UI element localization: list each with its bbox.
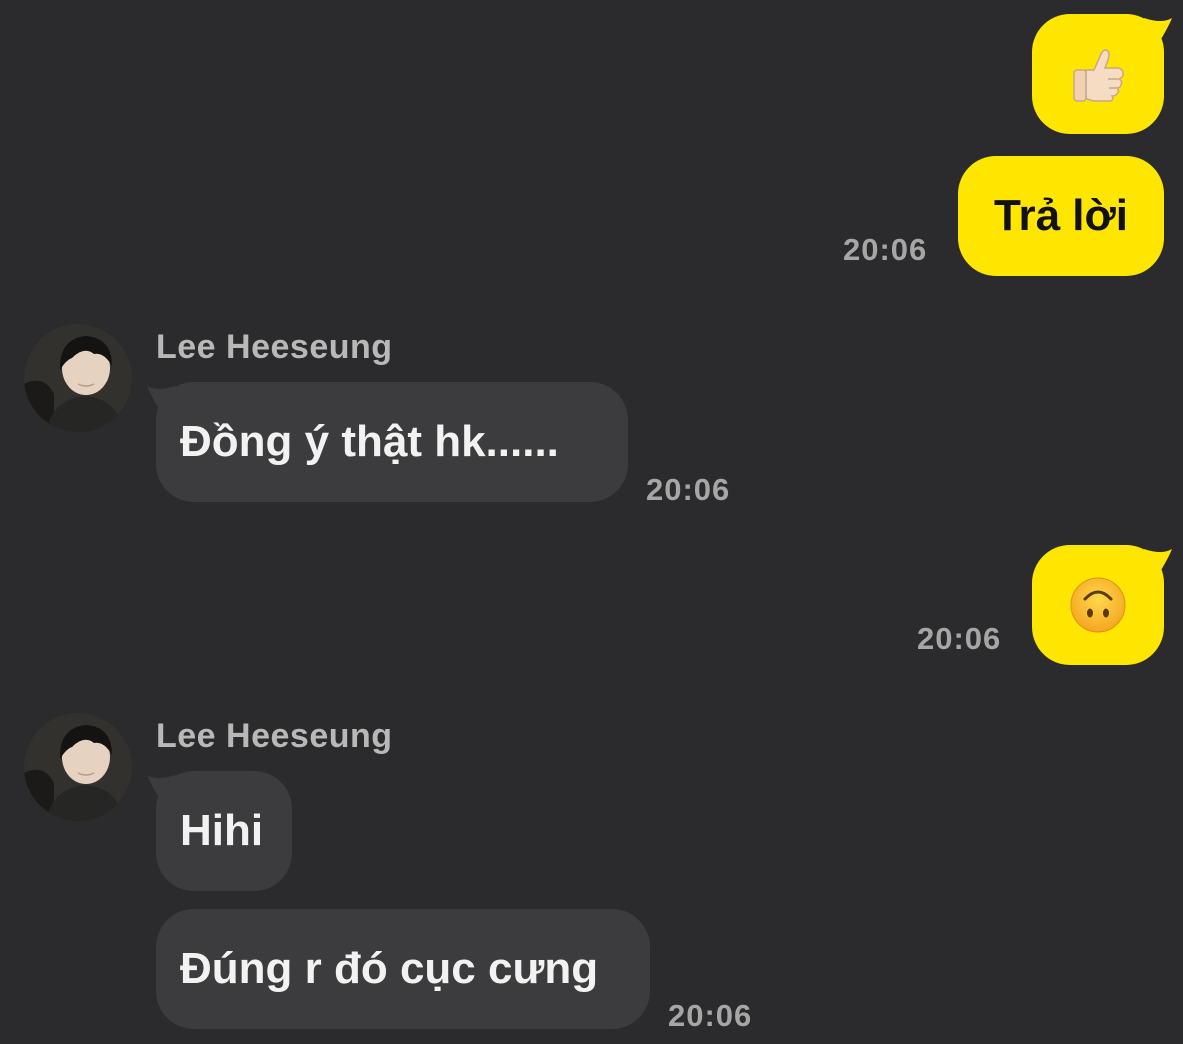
message-text: Đồng ý thật hk...... [180, 417, 559, 466]
upside-down-face-emoji-icon [1070, 577, 1126, 633]
outgoing-message-bubble[interactable]: Trả lời [958, 156, 1164, 276]
message-timestamp: 20:06 [917, 621, 1002, 656]
chat-thread[interactable]: 20:06 Trả lời Lee Heeseung Đồng ý thật h… [0, 0, 1183, 1044]
message-text: Trả lời [994, 191, 1128, 240]
message-timestamp: 20:06 [668, 998, 753, 1033]
message-text: Đúng r đó cục cưng [180, 944, 599, 993]
incoming-message-bubble[interactable]: Đúng r đó cục cưng [156, 909, 650, 1029]
outgoing-bubble-tail [1144, 549, 1172, 575]
incoming-message-bubble[interactable]: Đồng ý thật hk...... [156, 382, 628, 502]
outgoing-bubble-tail [1144, 18, 1172, 44]
thumbs-up-emoji-icon [1073, 49, 1124, 102]
incoming-message-bubble[interactable]: Hihi [156, 771, 292, 891]
message-timestamp: 20:06 [646, 472, 731, 507]
contact-avatar[interactable] [24, 324, 132, 432]
person-photo-avatar-icon [24, 324, 132, 432]
sender-name: Lee Heeseung [156, 328, 393, 366]
contact-avatar[interactable] [24, 713, 132, 821]
message-timestamp: 20:06 [843, 232, 928, 267]
person-photo-avatar-icon [24, 713, 132, 821]
sender-name: Lee Heeseung [156, 717, 393, 755]
message-text: Hihi [180, 806, 264, 855]
